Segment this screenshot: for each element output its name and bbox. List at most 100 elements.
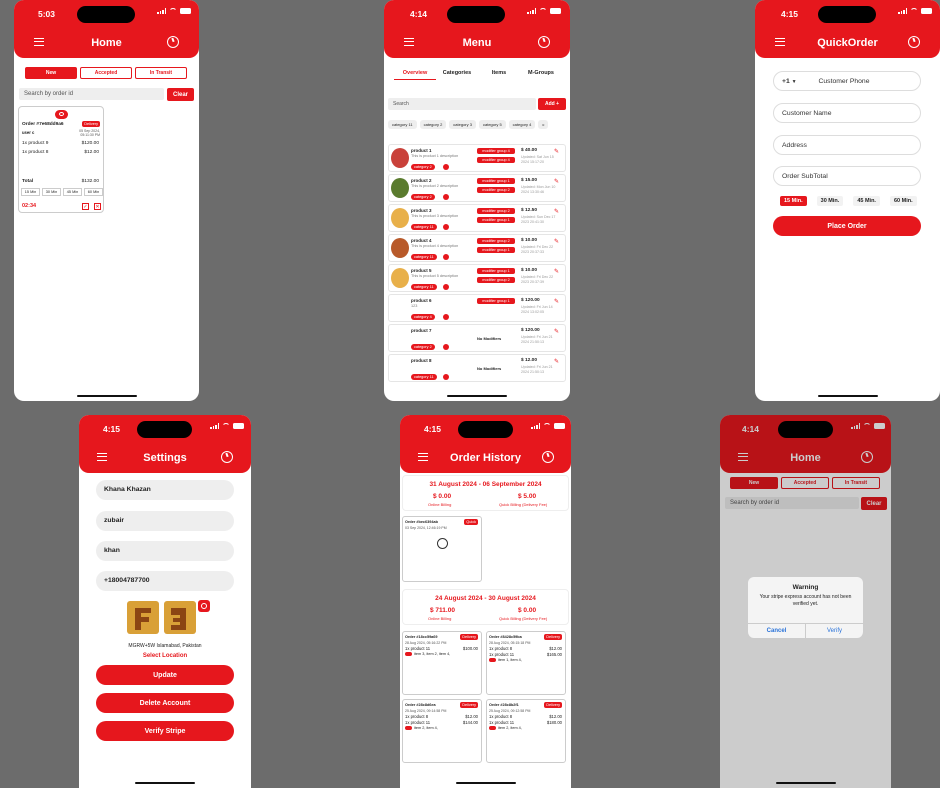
edit-icon[interactable]: ✎ (554, 208, 559, 215)
eta-30[interactable]: 30 Min (42, 188, 61, 196)
edit-icon[interactable]: ✎ (554, 238, 559, 245)
history-order-card[interactable]: Order #28c8b2f1 Delivery 25 Aug 2024, 09:1… (486, 699, 566, 763)
first-name-field[interactable]: zubair (96, 511, 234, 531)
update-button[interactable]: Update (96, 665, 234, 685)
timer-icon[interactable] (538, 36, 550, 48)
modifier-group-tag[interactable]: modifier group 4 (477, 148, 515, 154)
category-remove-icon[interactable] (443, 284, 449, 290)
country-code[interactable]: +1 (782, 78, 790, 85)
edit-icon[interactable]: ✎ (554, 178, 559, 185)
timer-icon[interactable] (542, 451, 554, 463)
product-row[interactable]: product 4 This is product 4 description ca… (388, 234, 566, 262)
camera-icon[interactable] (198, 600, 210, 612)
tab-overview[interactable]: Overview (394, 70, 436, 80)
product-category[interactable]: category 11 (411, 374, 437, 380)
address-field[interactable]: Address (773, 135, 921, 155)
history-order-card[interactable]: Order #bec6394ab Quick 03 Sep 2024, 12:4… (402, 516, 482, 582)
accept-check-icon[interactable]: ✓ (82, 203, 89, 210)
tab-in-transit[interactable]: In Transit (135, 67, 187, 79)
modifier-group-tag[interactable]: modifier group 2 (477, 208, 515, 214)
last-name-field[interactable]: khan (96, 541, 234, 561)
chip-category-11[interactable]: category 11 (388, 120, 417, 129)
modifier-group-tag[interactable]: modifier group 1 (477, 178, 515, 184)
history-order-card[interactable]: Order #18cc59a69 Delivery 28 Aug 2024, 05:… (402, 631, 482, 695)
modifier-group-tag[interactable]: modifier group 2 (477, 238, 515, 244)
restaurant-name-field[interactable]: Khana Khazan (96, 480, 234, 500)
tab-categories[interactable]: Categories (436, 70, 478, 80)
eta-15[interactable]: 15 Min. (780, 196, 807, 206)
edit-icon[interactable]: ✎ (554, 298, 559, 305)
modifier-group-tag[interactable]: modifier group 1 (477, 247, 515, 253)
eye-icon[interactable] (55, 110, 68, 119)
product-category[interactable]: category 2 (411, 344, 435, 350)
eta-60[interactable]: 60 Min. (889, 196, 917, 206)
product-row[interactable]: product 7 category 2 No Modifiers $ 120.00 U… (388, 324, 566, 352)
product-category[interactable]: category 11 (411, 224, 437, 230)
modifier-group-tag[interactable]: modifier group 2 (477, 187, 515, 193)
edit-icon[interactable]: ✎ (554, 148, 559, 155)
modifier-group-tag[interactable]: modifier group 1 (477, 217, 515, 223)
tab-m-groups[interactable]: M-Groups (520, 70, 562, 80)
add-button[interactable]: Add + (538, 98, 566, 110)
edit-icon[interactable]: ✎ (554, 268, 559, 275)
category-remove-icon[interactable] (443, 164, 449, 170)
clear-button[interactable]: Clear (167, 88, 194, 101)
search-input[interactable]: Search (388, 98, 536, 110)
timer-icon[interactable] (908, 36, 920, 48)
place-order-button[interactable]: Place Order (773, 216, 921, 236)
restaurant-logo[interactable] (126, 599, 198, 637)
product-row[interactable]: product 8 category 11 No Modifiers $ 12.00 U… (388, 354, 566, 382)
category-remove-icon[interactable] (443, 374, 449, 380)
product-category[interactable]: category 4 (411, 314, 435, 320)
category-remove-icon[interactable] (443, 194, 449, 200)
chip-category-3[interactable]: category 3 (449, 120, 476, 129)
delete-account-button[interactable]: Delete Account (96, 693, 234, 713)
modifier-group-tag[interactable]: modifier group 2 (477, 277, 515, 283)
eta-15[interactable]: 15 Min (21, 188, 40, 196)
chip-category-4[interactable]: category 4 (508, 120, 536, 129)
phone-field[interactable]: +18004787700 (96, 571, 234, 591)
timer-icon[interactable] (167, 36, 179, 48)
phone-field[interactable]: +1 ▼ Customer Phone (773, 71, 921, 91)
eta-45[interactable]: 45 Min. (853, 196, 880, 206)
product-category[interactable]: category 2 (411, 194, 435, 200)
eta-30[interactable]: 30 Min. (816, 196, 844, 206)
select-location-link[interactable]: Select Location (79, 653, 251, 659)
tab-accepted[interactable]: Accepted (80, 67, 132, 79)
tab-new[interactable]: New (25, 67, 77, 79)
category-remove-icon[interactable] (443, 254, 449, 260)
chip-more[interactable]: c (538, 120, 549, 129)
order-card[interactable]: Order #7e68dd9a6 Delivery 05 Sep 2024, 0… (18, 106, 104, 213)
search-input[interactable]: Search by order id (19, 88, 164, 100)
modifier-group-tag[interactable]: modifier group 1 (477, 298, 515, 304)
tab-items[interactable]: Items (478, 70, 520, 80)
timer-icon[interactable] (221, 451, 233, 463)
product-category[interactable]: category 11 (411, 254, 437, 260)
product-row[interactable]: product 5 This is product 5 description ca… (388, 264, 566, 292)
history-order-card[interactable]: Order #28c8d6ea Delivery 25 Aug 2024, 09:1… (402, 699, 482, 763)
product-row[interactable]: product 6 123 category 4 modifier group 1 $ … (388, 294, 566, 322)
product-row[interactable]: product 3 This is product 3 description ca… (388, 204, 566, 232)
chevron-down-icon[interactable]: ▼ (792, 79, 797, 85)
edit-icon[interactable]: ✎ (554, 358, 559, 365)
product-row[interactable]: product 2 This is product 2 description ca… (388, 174, 566, 202)
cancel-button[interactable]: Cancel (748, 624, 806, 638)
modifier-group-tag[interactable]: modifier group 4 (477, 157, 515, 163)
history-order-card[interactable]: Order #8428c59ba Delivery 28 Aug 2024, 05:… (486, 631, 566, 695)
category-remove-icon[interactable] (443, 314, 449, 320)
modifier-group-tag[interactable]: modifier group 1 (477, 268, 515, 274)
verify-stripe-button[interactable]: Verify Stripe (96, 721, 234, 741)
verify-button[interactable]: Verify (806, 624, 863, 638)
product-row[interactable]: product 1 This is product 1 description ca… (388, 144, 566, 172)
product-category[interactable]: category 11 (411, 284, 437, 290)
chip-category-2[interactable]: category 2 (419, 120, 447, 129)
eta-45[interactable]: 45 Min (63, 188, 82, 196)
eta-60[interactable]: 60 Min (84, 188, 103, 196)
product-category[interactable]: category 2 (411, 164, 435, 170)
chip-category-5[interactable]: category 5 (478, 120, 506, 129)
category-remove-icon[interactable] (443, 344, 449, 350)
customer-name-field[interactable]: Customer Name (773, 103, 921, 123)
reject-x-icon[interactable]: ✕ (94, 203, 101, 210)
category-remove-icon[interactable] (443, 224, 449, 230)
edit-icon[interactable]: ✎ (554, 328, 559, 335)
